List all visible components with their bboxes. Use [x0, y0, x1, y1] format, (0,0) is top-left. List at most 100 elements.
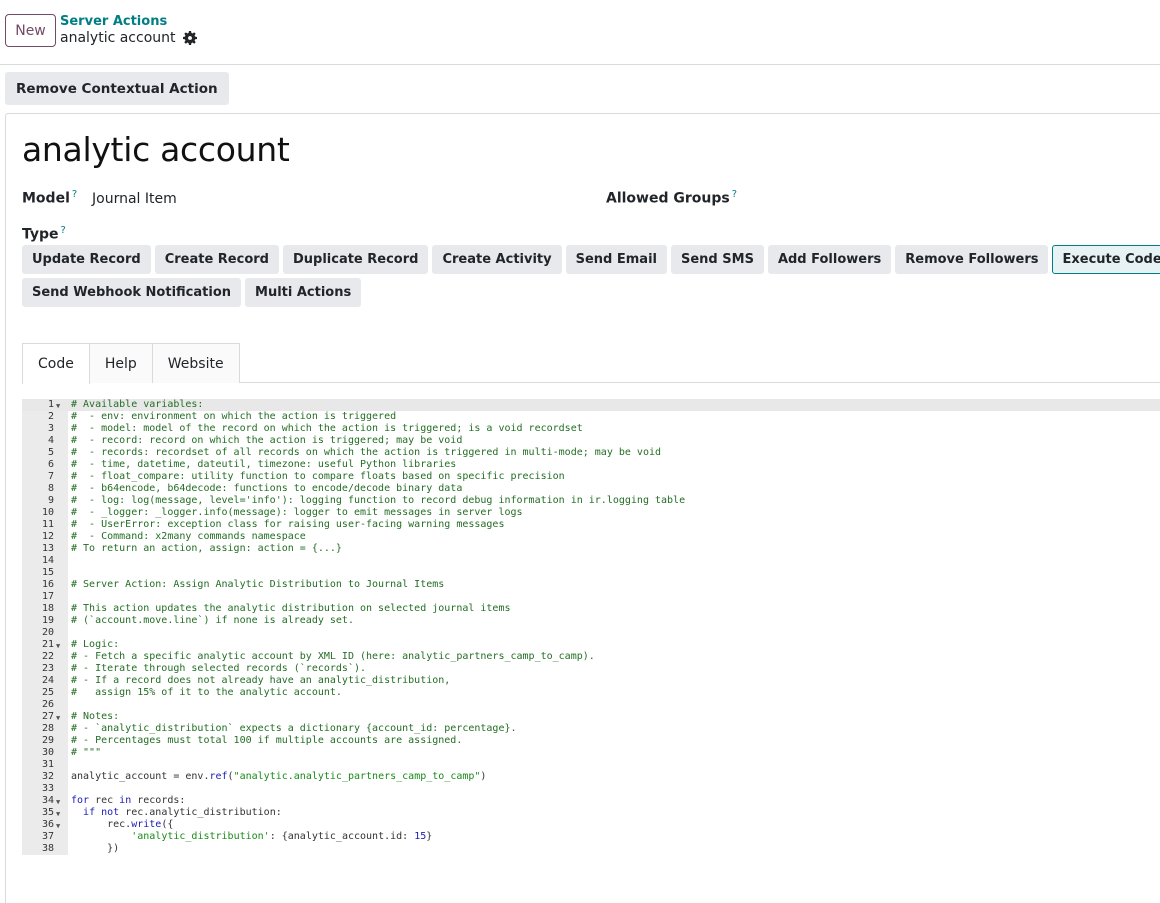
- line-number: 6: [47, 459, 54, 470]
- allowed-groups-help-tooltip[interactable]: ?: [732, 189, 737, 200]
- control-panel: New Server Actions analytic account: [0, 0, 1160, 65]
- code-line[interactable]: 33: [22, 783, 1160, 795]
- code-line[interactable]: 34 ▼ for rec in records:: [22, 795, 1160, 807]
- code-editor[interactable]: 1 ▼ # Available variables: 2 # - env: enviro…: [22, 399, 1160, 855]
- code-line[interactable]: 17: [22, 591, 1160, 603]
- code-line[interactable]: 24 # - If a record does not already have …: [22, 675, 1160, 687]
- line-number: 2: [47, 411, 54, 422]
- code-line[interactable]: 28 # - `analytic_distribution` expects a …: [22, 723, 1160, 735]
- line-number: 29: [41, 735, 54, 746]
- model-field[interactable]: Journal Item: [92, 191, 177, 207]
- code-text: # - Fetch a specific analytic account by…: [71, 651, 595, 662]
- code-line[interactable]: 16 # Server Action: Assign Analytic Distr…: [22, 579, 1160, 591]
- code-text: # assign 15% of it to the analytic accou…: [71, 687, 342, 698]
- code-line[interactable]: 7 # - float_compare: utility function to …: [22, 471, 1160, 483]
- code-line[interactable]: 2 # - env: environment on which the actio…: [22, 411, 1160, 423]
- line-number: 7: [47, 471, 54, 482]
- code-text: # (`account.move.line`) if none is alrea…: [71, 615, 354, 626]
- tab-website[interactable]: Website: [151, 343, 240, 383]
- code-text: # - b64encode, b64decode: functions to e…: [71, 483, 463, 494]
- type-button-update-record[interactable]: Update Record: [22, 245, 151, 274]
- code-line[interactable]: 20: [22, 627, 1160, 639]
- code-line[interactable]: 5 # - records: recordset of all records o…: [22, 447, 1160, 459]
- allowed-groups-label: Allowed Groups?: [606, 189, 738, 207]
- code-text: # Available variables:: [71, 399, 204, 410]
- code-line[interactable]: 19 # (`account.move.line`) if none is alr…: [22, 615, 1160, 627]
- code-line[interactable]: 22 # - Fetch a specific analytic account …: [22, 651, 1160, 663]
- line-number: 34: [41, 795, 54, 806]
- code-line[interactable]: 6 # - time, datetime, dateutil, timezone:…: [22, 459, 1160, 471]
- code-line[interactable]: 15: [22, 567, 1160, 579]
- code-line[interactable]: 11 # - UserError: exception class for rai…: [22, 519, 1160, 531]
- action-bar: Remove Contextual Action: [5, 72, 229, 105]
- type-button-add-followers[interactable]: Add Followers: [767, 245, 892, 274]
- code-line[interactable]: 23 # - Iterate through selected records (…: [22, 663, 1160, 675]
- remove-contextual-action-button[interactable]: Remove Contextual Action: [5, 72, 229, 105]
- type-button-execute-code[interactable]: Execute Code: [1052, 245, 1160, 274]
- type-button-create-record[interactable]: Create Record: [154, 245, 279, 274]
- code-line[interactable]: 32 analytic_account = env.ref("analytic.a…: [22, 771, 1160, 783]
- code-line[interactable]: 21 ▼ # Logic:: [22, 639, 1160, 651]
- code-line[interactable]: 36 ▼ rec.write({: [22, 819, 1160, 831]
- line-number: 15: [41, 567, 54, 578]
- code-text: # - Command: x2many commands namespace: [71, 531, 306, 542]
- code-text: 'analytic_distribution': {analytic_accou…: [131, 831, 433, 842]
- record-title[interactable]: analytic account: [22, 130, 290, 169]
- gear-icon[interactable]: [182, 31, 197, 45]
- line-number: 23: [41, 663, 54, 674]
- breadcrumb-parent-link[interactable]: Server Actions: [60, 14, 167, 29]
- model-help-tooltip[interactable]: ?: [72, 189, 77, 200]
- line-number: 1: [47, 399, 54, 410]
- code-line[interactable]: 25 # assign 15% of it to the analytic acc…: [22, 687, 1160, 699]
- code-line[interactable]: 26: [22, 699, 1160, 711]
- type-help-tooltip[interactable]: ?: [61, 225, 66, 236]
- code-line[interactable]: 18 # This action updates the analytic dis…: [22, 603, 1160, 615]
- code-text: # Server Action: Assign Analytic Distrib…: [71, 579, 445, 590]
- form-sheet: analytic account Model? Journal Item All…: [5, 113, 1160, 903]
- type-button-create-activity[interactable]: Create Activity: [432, 245, 562, 274]
- code-line[interactable]: 3 # - model: model of the record on which…: [22, 423, 1160, 435]
- breadcrumb-current: analytic account: [60, 30, 197, 46]
- code-line[interactable]: 37 'analytic_distribution': {analytic_ac…: [22, 831, 1160, 843]
- code-text: # - records: recordset of all records on…: [71, 447, 662, 458]
- type-button-send-sms[interactable]: Send SMS: [671, 245, 764, 274]
- new-button[interactable]: New: [5, 14, 56, 47]
- type-button-multi-actions[interactable]: Multi Actions: [245, 278, 362, 307]
- code-line[interactable]: 9 # - log: log(message, level='info'): lo…: [22, 495, 1160, 507]
- code-line[interactable]: 31: [22, 759, 1160, 771]
- code-line[interactable]: 38 }): [22, 843, 1160, 855]
- line-number: 3: [47, 423, 54, 434]
- code-line[interactable]: 4 # - record: record on which the action …: [22, 435, 1160, 447]
- code-text: }): [71, 843, 120, 854]
- type-button-send-webhook-notification[interactable]: Send Webhook Notification: [22, 278, 242, 307]
- code-line[interactable]: 13 # To return an action, assign: action …: [22, 543, 1160, 555]
- line-number: 22: [41, 651, 54, 662]
- tab-help[interactable]: Help: [88, 343, 153, 383]
- type-button-send-email[interactable]: Send Email: [565, 245, 667, 274]
- code-line[interactable]: 12 # - Command: x2many commands namespace: [22, 531, 1160, 543]
- code-line[interactable]: 27 ▼ # Notes:: [22, 711, 1160, 723]
- code-line[interactable]: 35 ▼ if not rec.analytic_distribution:: [22, 807, 1160, 819]
- code-text: # To return an action, assign: action = …: [71, 543, 342, 554]
- type-button-remove-followers[interactable]: Remove Followers: [895, 245, 1049, 274]
- line-number: 16: [41, 579, 54, 590]
- code-line[interactable]: 10 # - _logger: _logger.info(message): lo…: [22, 507, 1160, 519]
- code-line[interactable]: 30 # """: [22, 747, 1160, 759]
- line-number: 37: [41, 831, 54, 842]
- code-line[interactable]: 14: [22, 555, 1160, 567]
- line-number: 8: [47, 483, 54, 494]
- line-number: 10: [41, 507, 54, 518]
- type-button-duplicate-record[interactable]: Duplicate Record: [282, 245, 429, 274]
- code-text: # This action updates the analytic distr…: [71, 603, 511, 614]
- code-text: # """: [71, 747, 102, 758]
- line-number: 21: [41, 639, 54, 650]
- tab-code[interactable]: Code: [22, 343, 90, 384]
- code-text: # - Percentages must total 100 if multip…: [71, 735, 463, 746]
- code-text: # - `analytic_distribution` expects a di…: [71, 723, 517, 734]
- line-number: 31: [41, 759, 54, 770]
- code-line[interactable]: 8 # - b64encode, b64decode: functions to …: [22, 483, 1160, 495]
- line-number: 27: [41, 711, 54, 722]
- code-line[interactable]: 1 ▼ # Available variables:: [22, 399, 1160, 411]
- code-line[interactable]: 29 # - Percentages must total 100 if mult…: [22, 735, 1160, 747]
- type-button-row: Send Webhook Notification Multi Actions: [22, 278, 1022, 307]
